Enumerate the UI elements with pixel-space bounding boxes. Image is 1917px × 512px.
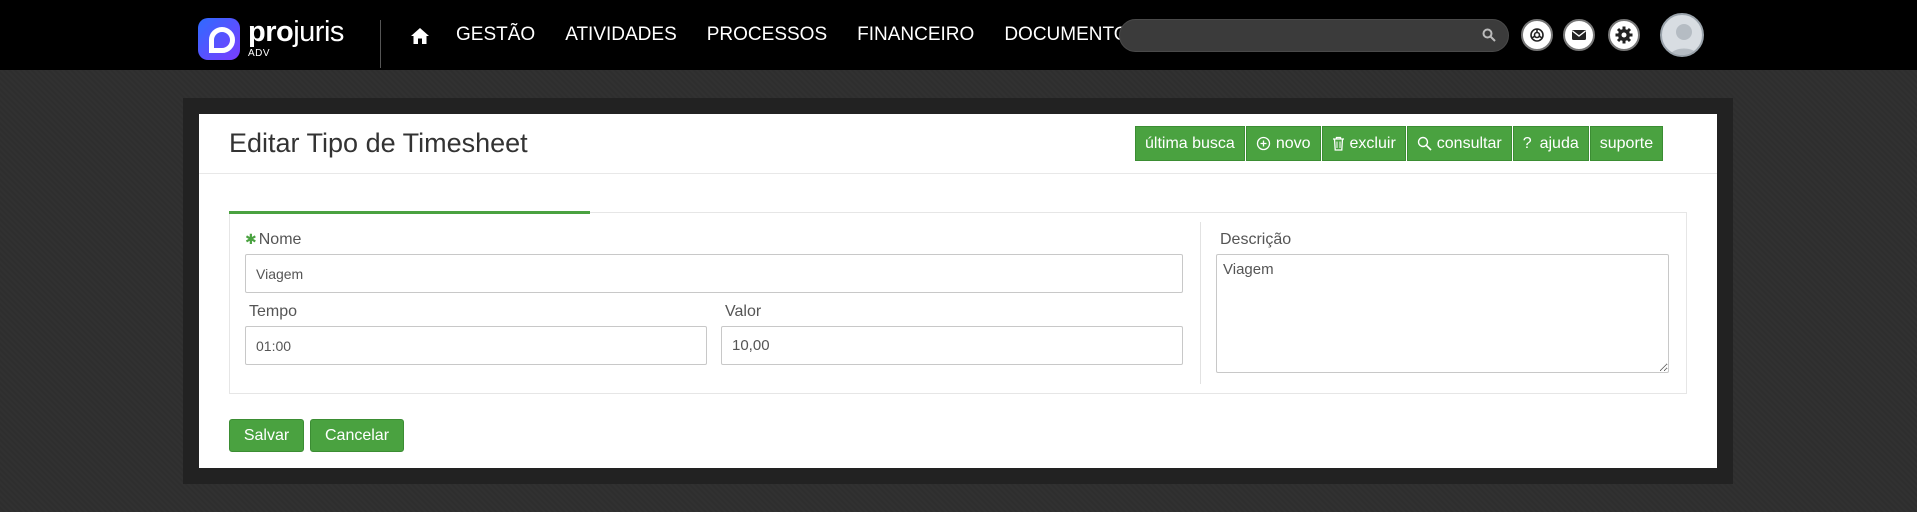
- nav-item-atividades[interactable]: ATIVIDADES: [565, 24, 677, 46]
- help-label: ajuda: [1539, 134, 1579, 152]
- support-label: suporte: [1599, 134, 1654, 152]
- page-title: Editar Tipo de Timesheet: [229, 128, 528, 158]
- consult-label: consultar: [1436, 134, 1502, 152]
- nome-label: ✱ Nome: [245, 231, 302, 248]
- new-button[interactable]: novo: [1245, 126, 1321, 161]
- settings-icon[interactable]: [1608, 19, 1640, 51]
- edit-card: Editar Tipo de Timesheet última busca no…: [199, 114, 1717, 468]
- consult-button[interactable]: consultar: [1406, 126, 1512, 161]
- required-asterisk-icon: ✱: [245, 231, 257, 247]
- descricao-textarea[interactable]: Viagem: [1216, 254, 1669, 373]
- main-nav: GESTÃO ATIVIDADES PROCESSOS FINANCEIRO D…: [456, 24, 1141, 46]
- nav-item-financeiro[interactable]: FINANCEIRO: [857, 24, 974, 46]
- top-navigation-bar: projuris ADV GESTÃO ATIVIDADES PROCESSOS…: [0, 0, 1917, 70]
- question-icon: ?: [1522, 134, 1532, 152]
- descricao-label: Descrição: [1220, 231, 1292, 248]
- nav-divider: [380, 20, 381, 68]
- envelope-icon: [1572, 30, 1586, 40]
- plus-circle-icon: [1256, 136, 1271, 151]
- logo-subtitle: ADV: [248, 48, 271, 59]
- save-button[interactable]: Salvar: [229, 419, 304, 452]
- last-search-label: última busca: [1145, 134, 1235, 152]
- gear-icon: [1615, 26, 1633, 44]
- valor-input[interactable]: [721, 326, 1183, 365]
- last-search-button[interactable]: última busca: [1135, 126, 1245, 161]
- action-toolbar: última busca novo excluir consultar ? aj…: [1135, 126, 1664, 161]
- cancel-button[interactable]: Cancelar: [310, 419, 404, 452]
- tempo-label: Tempo: [249, 303, 298, 320]
- logo-name: projuris: [248, 16, 344, 48]
- logo-icon: [198, 18, 240, 60]
- search-icon[interactable]: [1482, 28, 1496, 42]
- user-avatar[interactable]: [1660, 13, 1704, 57]
- search-input[interactable]: [1119, 19, 1509, 52]
- support-button[interactable]: suporte: [1589, 126, 1664, 161]
- mail-icon[interactable]: [1563, 19, 1595, 51]
- trash-icon: [1332, 136, 1345, 151]
- home-icon[interactable]: [410, 26, 430, 46]
- delete-label: excluir: [1349, 134, 1396, 152]
- title-divider: [199, 173, 1717, 174]
- projuris-logo[interactable]: projuris ADV: [198, 18, 344, 60]
- user-silhouette-icon: [1669, 24, 1699, 55]
- active-tab-indicator: [229, 211, 590, 214]
- valor-label: Valor: [725, 303, 762, 320]
- help-button[interactable]: ? ajuda: [1512, 126, 1589, 161]
- new-label: novo: [1275, 134, 1311, 152]
- delete-button[interactable]: excluir: [1321, 126, 1406, 161]
- form-column-divider: [1200, 222, 1201, 384]
- openai-glyph-icon: [1530, 28, 1544, 42]
- nome-input[interactable]: [245, 254, 1183, 293]
- magnifier-icon: [1417, 136, 1432, 151]
- nav-item-processos[interactable]: PROCESSOS: [707, 24, 827, 46]
- tempo-input[interactable]: [245, 326, 707, 365]
- openai-icon[interactable]: [1521, 19, 1553, 51]
- nav-item-gestao[interactable]: GESTÃO: [456, 24, 535, 46]
